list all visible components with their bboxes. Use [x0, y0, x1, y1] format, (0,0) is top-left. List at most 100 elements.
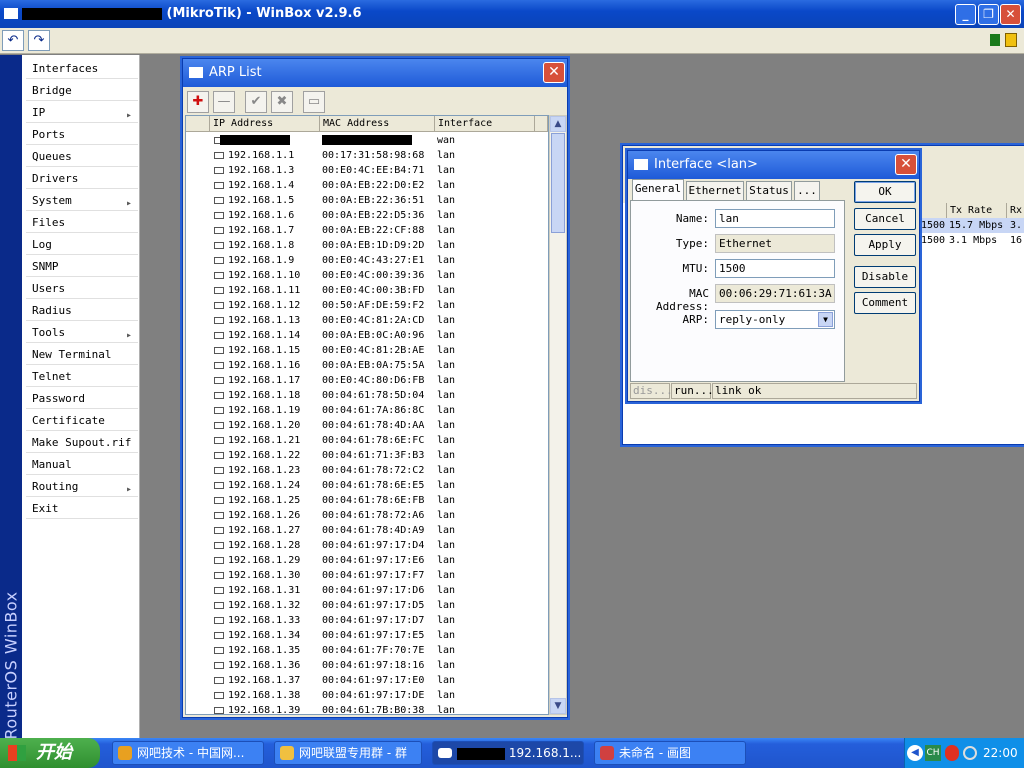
arp-row[interactable]: 192.168.1.33 00:04:61:97:17:D7 lan	[186, 613, 548, 628]
taskbar-item-chat[interactable]: 网吧联盟专用群 - 群	[274, 741, 422, 765]
arp-row[interactable]: 192.168.1.13 00:E0:4C:81:2A:CD lan	[186, 313, 548, 328]
arp-row[interactable]: 192.168.1.36 00:04:61:97:18:16 lan	[186, 658, 548, 673]
scroll-down-icon[interactable]: ▼	[550, 698, 566, 714]
sidebar-item-make-supout[interactable]: Make Supout.rif	[26, 432, 138, 453]
arp-row[interactable]: 192.168.1.27 00:04:61:78:4D:A9 lan	[186, 523, 548, 538]
scroll-up-icon[interactable]: ▲	[550, 116, 566, 132]
taskbar-item-paint[interactable]: 未命名 - 画图	[594, 741, 746, 765]
start-button[interactable]: 开始	[0, 738, 100, 768]
column-header-tx-rate[interactable]: Tx Rate	[947, 203, 1007, 219]
undo-button[interactable]: ↶	[2, 30, 24, 51]
arp-close-icon[interactable]: ✕	[543, 62, 565, 83]
sidebar-item-ports[interactable]: Ports	[26, 124, 138, 145]
arp-row[interactable]: 192.168.1.22 00:04:61:71:3F:B3 lan	[186, 448, 548, 463]
arp-row[interactable]: 192.168.1.39 00:04:61:7B:B0:38 lan	[186, 703, 548, 714]
tab-general[interactable]: General	[632, 179, 684, 200]
arp-row[interactable]: 192.168.1.25 00:04:61:78:6E:FB lan	[186, 493, 548, 508]
arp-row[interactable]: 192.168.1.16 00:0A:EB:0A:75:5A lan	[186, 358, 548, 373]
qq-icon[interactable]	[945, 745, 959, 761]
arp-row[interactable]: 192.168.1.19 00:04:61:7A:86:8C lan	[186, 403, 548, 418]
arp-row[interactable]: 192.168.1.5 00:0A:EB:22:36:51 lan	[186, 193, 548, 208]
arp-row[interactable]: 192.168.1.30 00:04:61:97:17:F7 lan	[186, 568, 548, 583]
apply-button[interactable]: Apply	[854, 234, 916, 256]
interface-row[interactable]: 1500 3.1 Mbps 16	[921, 233, 1024, 248]
sidebar-item-certificate[interactable]: Certificate	[26, 410, 138, 431]
arp-row[interactable]: 192.168.1.8 00:0A:EB:1D:D9:2D lan	[186, 238, 548, 253]
ok-button[interactable]: OK	[854, 181, 916, 203]
arp-row[interactable]: 192.168.1.26 00:04:61:78:72:A6 lan	[186, 508, 548, 523]
arp-row[interactable]: 192.168.1.23 00:04:61:78:72:C2 lan	[186, 463, 548, 478]
tab-status[interactable]: Status	[746, 181, 792, 200]
taskbar-item-winbox[interactable]: 192.168.1...	[432, 741, 584, 765]
arp-row[interactable]: 192.168.1.11 00:E0:4C:00:3B:FD lan	[186, 283, 548, 298]
sidebar-item-drivers[interactable]: Drivers	[26, 168, 138, 189]
interface-dialog-titlebar[interactable]: Interface <lan> ✕	[628, 151, 919, 179]
minimize-button[interactable]: _	[955, 4, 976, 25]
sidebar-item-manual[interactable]: Manual	[26, 454, 138, 475]
arp-row[interactable]: 192.168.1.32 00:04:61:97:17:D5 lan	[186, 598, 548, 613]
arp-row[interactable]: 192.168.1.21 00:04:61:78:6E:FC lan	[186, 433, 548, 448]
close-button[interactable]: ✕	[1000, 4, 1021, 25]
comment-button[interactable]: Comment	[854, 292, 916, 314]
sidebar-item-routing[interactable]: Routing ▸	[26, 476, 138, 497]
sidebar-item-log[interactable]: Log	[26, 234, 138, 255]
arp-row[interactable]: 192.168.1.34 00:04:61:97:17:E5 lan	[186, 628, 548, 643]
sidebar-item-snmp[interactable]: SNMP	[26, 256, 138, 277]
sidebar-item-users[interactable]: Users	[26, 278, 138, 299]
column-header-rx[interactable]: Rx	[1007, 203, 1024, 219]
enable-icon[interactable]: ✔	[245, 91, 267, 113]
arp-row[interactable]: 192.168.1.20 00:04:61:78:4D:AA lan	[186, 418, 548, 433]
chevron-down-icon[interactable]: ▼	[818, 312, 833, 327]
arp-row[interactable]: 192.168.1.10 00:E0:4C:00:39:36 lan	[186, 268, 548, 283]
arp-row[interactable]: 192.168.1.14 00:0A:EB:0C:A0:96 lan	[186, 328, 548, 343]
tray-expand-icon[interactable]: ◀	[907, 745, 923, 761]
arp-row[interactable]: 192.168.1.7 00:0A:EB:22:CF:88 lan	[186, 223, 548, 238]
arp-row[interactable]: 192.168.1.17 00:E0:4C:80:D6:FB lan	[186, 373, 548, 388]
sidebar-item-system[interactable]: System ▸	[26, 190, 138, 211]
sidebar-item-files[interactable]: Files	[26, 212, 138, 233]
maximize-button[interactable]: ❐	[978, 4, 999, 25]
dialog-close-icon[interactable]: ✕	[895, 154, 917, 175]
arp-scrollbar[interactable]: ▲ ▼	[549, 115, 567, 715]
arp-row[interactable]: 192.168.1.24 00:04:61:78:6E:E5 lan	[186, 478, 548, 493]
arp-row[interactable]: 192.168.1.18 00:04:61:78:5D:04 lan	[186, 388, 548, 403]
sidebar-item-exit[interactable]: Exit	[26, 498, 138, 519]
arp-row[interactable]: 192.168.1.31 00:04:61:97:17:D6 lan	[186, 583, 548, 598]
taskbar-item-browser[interactable]: 网吧技术 - 中国网...	[112, 741, 264, 765]
arp-row[interactable]: 192.168.1.9 00:E0:4C:43:27:E1 lan	[186, 253, 548, 268]
disable-icon[interactable]: ✖	[271, 91, 293, 113]
interface-row[interactable]: 1500 15.7 Mbps 3.	[921, 218, 1024, 233]
cancel-button[interactable]: Cancel	[854, 208, 916, 230]
sidebar-item-interfaces[interactable]: Interfaces	[26, 58, 138, 79]
tab-ethernet[interactable]: Ethernet	[686, 181, 744, 200]
sidebar-item-queues[interactable]: Queues	[26, 146, 138, 167]
add-icon[interactable]: ✚	[187, 91, 209, 113]
arp-select[interactable]: reply-only ▼	[715, 310, 835, 329]
arp-row[interactable]: 192.168.1.28 00:04:61:97:17:D4 lan	[186, 538, 548, 553]
sidebar-item-new-terminal[interactable]: New Terminal	[26, 344, 138, 365]
arp-row[interactable]: 192.168.1.15 00:E0:4C:81:2B:AE lan	[186, 343, 548, 358]
comment-icon[interactable]: ▭	[303, 91, 325, 113]
name-field[interactable]: lan	[715, 209, 835, 228]
tab-more[interactable]: ...	[794, 181, 820, 200]
arp-row[interactable]: 192.168.1.37 00:04:61:97:17:E0 lan	[186, 673, 548, 688]
sidebar-item-ip[interactable]: IP ▸	[26, 102, 138, 123]
mtu-field[interactable]: 1500	[715, 259, 835, 278]
column-header-interface[interactable]: Interface	[435, 116, 535, 132]
arp-list-titlebar[interactable]: ARP List ✕	[183, 59, 567, 87]
language-indicator[interactable]: CH	[925, 745, 941, 761]
arp-row[interactable]: 192.168.1.38 00:04:61:97:17:DE lan	[186, 688, 548, 703]
column-header-mac[interactable]: MAC Address	[320, 116, 435, 132]
sidebar-item-password[interactable]: Password	[26, 388, 138, 409]
sidebar-item-radius[interactable]: Radius	[26, 300, 138, 321]
arp-row[interactable]: 192.168.1.1 00:17:31:58:98:68 lan	[186, 148, 548, 163]
arp-row[interactable]: wan	[186, 133, 548, 148]
arp-row[interactable]: 192.168.1.4 00:0A:EB:22:D0:E2 lan	[186, 178, 548, 193]
arp-row[interactable]: 192.168.1.3 00:E0:4C:EE:B4:71 lan	[186, 163, 548, 178]
remove-icon[interactable]: —	[213, 91, 235, 113]
clock[interactable]: 22:00	[983, 746, 1018, 760]
column-header-ip[interactable]: IP Address	[210, 116, 320, 132]
arp-row[interactable]: 192.168.1.12 00:50:AF:DE:59:F2 lan	[186, 298, 548, 313]
sidebar-item-tools[interactable]: Tools ▸	[26, 322, 138, 343]
scroll-thumb[interactable]	[551, 133, 565, 233]
